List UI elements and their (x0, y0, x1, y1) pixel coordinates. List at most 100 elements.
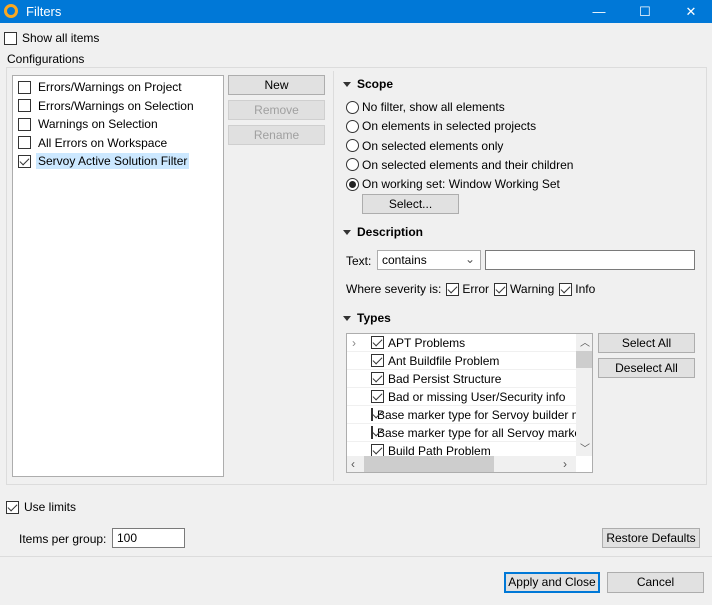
select-all-button[interactable]: Select All (598, 333, 695, 353)
severity-option-label: Warning (510, 282, 555, 296)
configuration-label: Warnings on Selection (38, 117, 158, 132)
checkbox-icon[interactable] (371, 336, 384, 349)
checkbox-icon[interactable] (371, 354, 384, 367)
configuration-item[interactable]: Servoy Active Solution Filter (13, 152, 223, 171)
scroll-left-icon[interactable]: ‹ (351, 457, 355, 471)
radio-icon[interactable] (346, 158, 359, 172)
severity-row: Where severity is: Error Warning Info (346, 282, 595, 296)
scope-option-label: On selected elements and their children (362, 157, 574, 172)
scope-option-label: No filter, show all elements (362, 100, 505, 114)
checkbox-icon (494, 282, 508, 296)
scroll-up-icon[interactable]: ︿ (580, 334, 590, 349)
severity-checkbox[interactable]: Error (446, 282, 489, 296)
type-item[interactable]: Base marker type for all Servoy marke (347, 424, 576, 442)
scope-option-label: On selected elements only (362, 138, 504, 153)
radio-icon[interactable] (346, 100, 359, 114)
scope-option[interactable]: No filter, show all elements (346, 100, 505, 114)
configuration-label: Errors/Warnings on Selection (38, 98, 194, 113)
checkbox-icon[interactable] (18, 117, 31, 131)
horizontal-scrollbar[interactable]: ‹ › (347, 456, 576, 472)
checkbox-icon[interactable] (371, 390, 384, 403)
radio-icon[interactable] (346, 177, 359, 191)
configuration-item[interactable]: Warnings on Selection (13, 115, 223, 134)
configuration-item[interactable]: Errors/Warnings on Selection (13, 97, 223, 116)
rename-button[interactable]: Rename (228, 125, 325, 145)
apply-and-close-button[interactable]: Apply and Close (504, 572, 600, 593)
use-limits-label: Use limits (24, 500, 77, 514)
app-logo-icon (4, 4, 18, 18)
scope-option[interactable]: On selected elements and their children (346, 158, 573, 172)
type-item[interactable]: Base marker type for Servoy builder m (347, 406, 576, 424)
configurations-list[interactable]: Errors/Warnings on Project Errors/Warning… (12, 75, 224, 477)
checkbox-icon (4, 31, 17, 45)
deselect-all-button[interactable]: Deselect All (598, 358, 695, 378)
configuration-item[interactable]: All Errors on Workspace (13, 134, 223, 153)
checkbox-icon[interactable] (18, 99, 31, 113)
description-text-input[interactable] (485, 250, 695, 270)
type-item[interactable]: Bad Persist Structure (347, 370, 576, 388)
scroll-right-icon[interactable]: › (563, 457, 567, 471)
severity-option-label: Error (462, 282, 490, 296)
minimize-button[interactable]: — (576, 0, 622, 23)
remove-button[interactable]: Remove (228, 100, 325, 120)
type-label: Bad Persist Structure (388, 371, 502, 386)
new-button[interactable]: New (228, 75, 325, 95)
scope-option[interactable]: On elements in selected projects (346, 119, 536, 133)
close-button[interactable]: ✕ (668, 0, 712, 23)
checkbox-icon[interactable] (371, 372, 384, 385)
chevron-down-icon: ⌄ (464, 252, 475, 266)
radio-icon[interactable] (346, 119, 359, 133)
configuration-item[interactable]: Errors/Warnings on Project (13, 78, 223, 97)
configuration-label: Servoy Active Solution Filter (36, 153, 190, 170)
cancel-button[interactable]: Cancel (607, 572, 704, 593)
scope-option-label: On working set: Window Working Set (362, 177, 560, 192)
maximize-button[interactable]: ☐ (622, 0, 668, 23)
hscroll-thumb[interactable] (364, 456, 494, 472)
window-title: Filters (26, 4, 62, 19)
type-item[interactable]: Ant Buildfile Problem (347, 352, 576, 370)
severity-option-label: Info (575, 282, 596, 296)
divider (333, 71, 334, 481)
vertical-scrollbar[interactable]: ︿ ﹀ (576, 334, 592, 456)
checkbox-icon[interactable] (18, 154, 31, 168)
configuration-label: Errors/Warnings on Project (38, 80, 182, 95)
text-match-combo[interactable]: contains ⌄ (377, 250, 481, 270)
items-per-group-input[interactable]: 100 (112, 528, 185, 548)
type-label: Ant Buildfile Problem (388, 353, 500, 368)
checkbox-icon[interactable] (18, 80, 31, 94)
show-all-items-checkbox[interactable]: Show all items (4, 31, 99, 45)
scroll-down-icon[interactable]: ﹀ (580, 440, 590, 455)
scope-option[interactable]: On working set: Window Working Set (346, 177, 560, 191)
scope-option[interactable]: On selected elements only (346, 139, 503, 153)
checkbox-icon (559, 282, 573, 296)
restore-defaults-button[interactable]: Restore Defaults (602, 528, 700, 548)
scroll-thumb[interactable] (576, 351, 592, 368)
combo-value: contains (382, 253, 427, 267)
title-bar: Filters — ☐ ✕ (0, 0, 712, 23)
description-section-header[interactable]: Description (343, 225, 423, 239)
checkbox-icon[interactable] (371, 408, 373, 421)
text-label: Text: (346, 254, 372, 268)
type-item[interactable]: APT Problems (347, 334, 576, 352)
severity-label: Where severity is: (346, 282, 442, 296)
radio-icon[interactable] (346, 139, 359, 153)
scope-option-label: On elements in selected projects (362, 119, 537, 134)
types-section-header[interactable]: Types (343, 311, 391, 325)
type-label: Base marker type for all Servoy marke (377, 425, 576, 440)
checkbox-icon (6, 500, 19, 514)
configurations-label: Configurations (7, 52, 85, 66)
expand-chevron-icon[interactable]: › (352, 336, 356, 350)
configuration-label: All Errors on Workspace (38, 135, 168, 150)
severity-checkbox[interactable]: Info (559, 282, 595, 296)
types-tree[interactable]: APT Problems Ant Buildfile Problem Bad Per… (346, 333, 593, 473)
show-all-label: Show all items (22, 31, 100, 45)
severity-checkbox[interactable]: Warning (494, 282, 554, 296)
select-working-set-button[interactable]: Select... (362, 194, 459, 214)
type-item[interactable]: Bad or missing User/Security info (347, 388, 576, 406)
checkbox-icon[interactable] (18, 136, 31, 150)
type-label: Base marker type for Servoy builder m (377, 407, 576, 422)
scope-section-header[interactable]: Scope (343, 77, 393, 91)
checkbox-icon[interactable] (371, 426, 373, 439)
type-label: APT Problems (388, 335, 466, 350)
use-limits-checkbox[interactable]: Use limits (6, 500, 76, 514)
